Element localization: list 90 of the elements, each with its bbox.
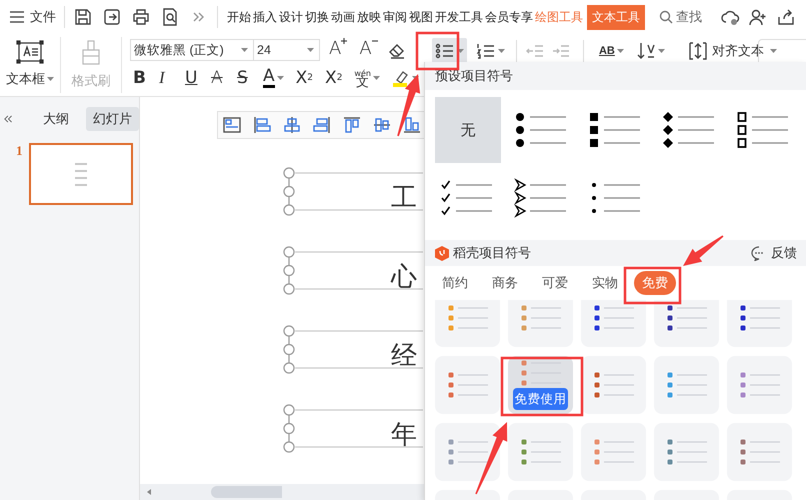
bullet-template-card[interactable] <box>581 356 646 414</box>
category-tab[interactable]: 可爱 <box>534 271 576 295</box>
print-icon[interactable] <box>131 7 151 27</box>
highlight-frame <box>416 32 460 70</box>
section-title: 稻壳项目符号 <box>453 244 531 262</box>
export-icon[interactable] <box>102 7 122 27</box>
bullet-template-card[interactable] <box>654 300 719 347</box>
ribbon-tab[interactable]: 开始 <box>226 6 252 28</box>
superscript-button[interactable]: X$^{2}$ <box>292 66 316 90</box>
caret-icon <box>47 77 54 81</box>
pointer-arrow <box>397 74 420 136</box>
ribbon-tab[interactable]: 审阅 <box>382 6 408 28</box>
slide-text: 心 <box>391 261 417 291</box>
caret-icon <box>658 49 665 53</box>
ribbon-tab[interactable]: 视图 <box>408 6 434 28</box>
ribbon-tab[interactable]: 设计 <box>278 6 304 28</box>
ribbon-tab[interactable]: 开发工具 <box>434 6 484 28</box>
ribbon-tab[interactable]: 放映 <box>356 6 382 28</box>
bullet-template-card[interactable]: 免费使用 <box>508 356 573 414</box>
category-tab[interactable]: 实物 <box>584 271 626 295</box>
text-box-button[interactable]: 文本框 <box>0 34 60 88</box>
bullet-option[interactable]: 无 <box>435 97 501 163</box>
caret-icon <box>498 49 505 53</box>
feedback-button[interactable]: 反馈 <box>751 244 797 262</box>
docer-logo-icon <box>435 246 449 260</box>
text-line-icon <box>74 170 86 172</box>
save-icon[interactable] <box>73 7 93 27</box>
caret-icon <box>372 76 380 80</box>
text-effect-button[interactable]: A <box>208 66 228 90</box>
caret-icon <box>241 48 248 52</box>
phonetic-guide-button[interactable]: wén 文 <box>351 66 383 90</box>
panel-tab[interactable]: 大纲 <box>36 107 76 131</box>
align-top-icon[interactable] <box>342 115 362 135</box>
layout-icon[interactable] <box>222 115 242 135</box>
section-title: 预设项目符号 <box>435 67 513 85</box>
share-icon[interactable] <box>776 7 796 27</box>
text-line-icon <box>74 162 86 164</box>
align-right-icon[interactable] <box>312 115 332 135</box>
font-size-field[interactable]: 24 <box>253 39 320 61</box>
search-button[interactable]: 查找 <box>659 8 702 26</box>
decrease-font-button[interactable]: A <box>356 38 381 62</box>
menu-icon <box>10 11 24 23</box>
plus-icon <box>341 38 348 44</box>
slide-text: 经 <box>391 340 417 370</box>
bullet-template-card[interactable] <box>581 300 646 347</box>
align-center-icon[interactable] <box>282 115 302 135</box>
file-menu[interactable]: 文件 <box>10 8 56 26</box>
underline-button[interactable]: U <box>182 66 202 90</box>
bullet-template-card[interactable] <box>727 300 792 347</box>
numbered-list-icon <box>476 41 496 61</box>
font-name-field[interactable]: 微软雅黑 (正文) <box>130 39 254 61</box>
caret-icon <box>616 49 624 53</box>
free-use-button[interactable]: 免费使用 <box>513 388 568 410</box>
text-direction-button[interactable]: AB <box>596 38 627 64</box>
slide-text: 年 <box>391 419 417 449</box>
vertical-align-icon <box>688 41 708 61</box>
ribbon-tab[interactable]: 插入 <box>252 6 278 28</box>
highlight-frame <box>624 266 682 304</box>
caret-icon <box>456 49 464 53</box>
search-icon <box>659 10 673 24</box>
caret-icon <box>770 49 777 53</box>
minus-icon <box>372 38 378 44</box>
ribbon-tab[interactable]: 切换 <box>304 6 330 28</box>
strikethrough-button[interactable]: S <box>234 66 254 90</box>
increase-font-button[interactable]: A <box>326 38 350 62</box>
caret-icon <box>307 48 314 52</box>
italic-button[interactable]: I <box>156 66 176 90</box>
add-user-icon[interactable] <box>748 7 768 27</box>
bold-button[interactable]: B <box>130 66 150 90</box>
brush-icon <box>80 40 102 66</box>
text-line-icon <box>74 184 86 186</box>
slide-number: 1 <box>16 143 22 160</box>
category-tab[interactable]: 简约 <box>434 271 476 295</box>
bullet-list-icon <box>434 41 455 61</box>
text-line-icon <box>74 176 86 178</box>
pointer-arrow <box>683 235 724 266</box>
category-tab[interactable]: 商务 <box>484 271 526 295</box>
highlighter-icon <box>392 69 410 87</box>
sort-icon <box>636 41 656 61</box>
ribbon-tab[interactable]: 会员专享 <box>484 6 534 28</box>
align-left-icon[interactable] <box>252 115 272 135</box>
ribbon-tab[interactable]: 动画 <box>330 6 356 28</box>
bullet-template-card[interactable] <box>435 423 500 481</box>
caret-icon <box>276 76 284 80</box>
align-bottom-icon[interactable] <box>402 115 422 135</box>
slide-text: 工 <box>391 182 417 212</box>
font-color-button[interactable]: A <box>260 66 287 90</box>
panel-tab[interactable]: 幻灯片 <box>86 107 139 131</box>
text-box-icon <box>16 40 44 64</box>
slide-thumbnail[interactable] <box>28 143 132 205</box>
